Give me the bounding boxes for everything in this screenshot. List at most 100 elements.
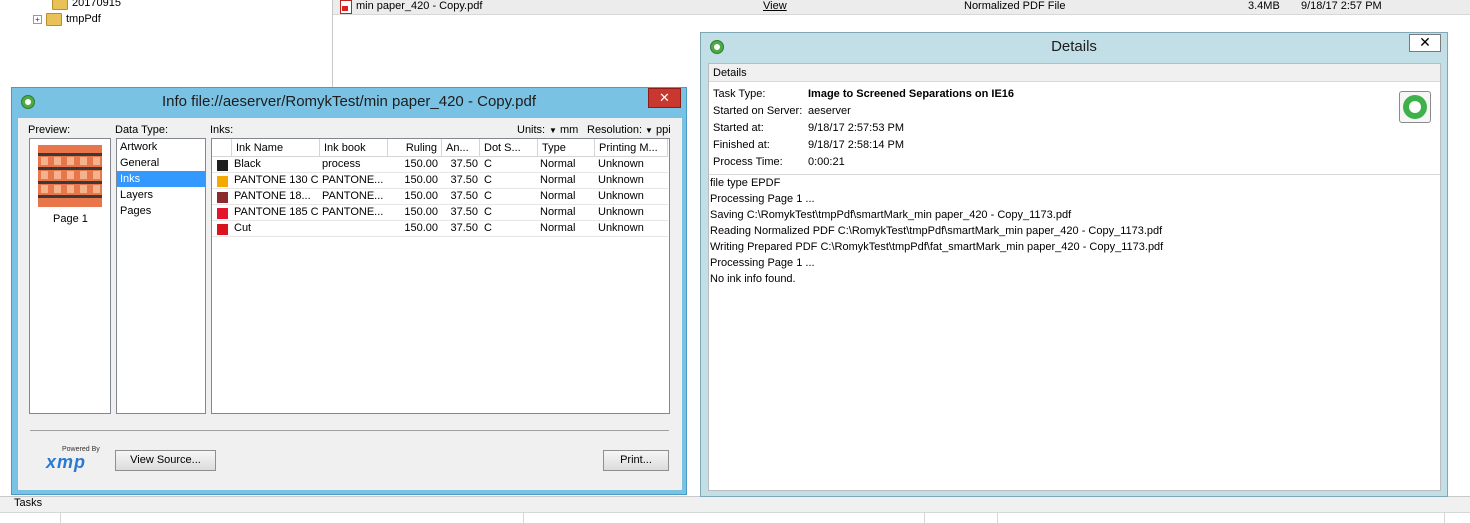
log-line: file type EPDF	[710, 177, 781, 189]
ink-row[interactable]: PANTONE 185 C PANTONE... 150.00 37.50 C Norma…	[212, 205, 668, 221]
ink-book-cell: PANTONE...	[322, 190, 384, 202]
tree-item-tmppdf[interactable]: + tmpPdf	[33, 11, 101, 27]
ink-color-swatch	[217, 160, 228, 171]
log-line: Reading Normalized PDF C:\RomykTest\tmpP…	[710, 225, 1163, 237]
inks-label: Inks:	[210, 124, 234, 136]
units-dropdown[interactable]: ▼ mm	[549, 124, 578, 137]
column-header-ink-book[interactable]: Ink book	[320, 139, 388, 157]
page-label: Page 1	[53, 213, 88, 225]
ruling-cell: 150.00	[404, 222, 438, 234]
ink-book-cell: PANTONE...	[322, 206, 384, 218]
ink-color-swatch	[217, 224, 228, 235]
dot-shape-cell: C	[484, 206, 492, 218]
log-line: Writing Prepared PDF C:\RomykTest\tmpPdf…	[710, 241, 1164, 253]
print-button[interactable]: Print...	[603, 450, 669, 471]
file-date: 9/18/17 2:57 PM	[1301, 0, 1382, 12]
view-link[interactable]: View	[763, 0, 787, 12]
dropdown-arrow-icon: ▼	[549, 126, 557, 135]
inks-table-header: Ink Name Ink book Ruling An... Dot S... …	[212, 139, 669, 157]
type-cell: Normal	[540, 222, 576, 234]
folder-icon	[52, 0, 68, 10]
printing-method-cell: Unknown	[598, 158, 644, 170]
file-type: Normalized PDF File	[964, 0, 1066, 12]
field-label-process-time: Process Time:	[713, 156, 783, 168]
view-source-button[interactable]: View Source...	[115, 450, 216, 471]
type-cell: Normal	[540, 206, 576, 218]
field-label-task-type: Task Type:	[713, 88, 766, 100]
angle-cell: 37.50	[450, 222, 478, 234]
field-label-finished-at: Finished at:	[713, 139, 770, 151]
log-divider	[709, 174, 1440, 175]
details-window-title: Details	[1051, 38, 1097, 55]
dot-shape-cell: C	[484, 222, 492, 234]
field-label-started-at: Started at:	[713, 122, 764, 134]
ruling-cell: 150.00	[404, 174, 438, 186]
column-header-ink-name[interactable]: Ink Name	[232, 139, 320, 157]
close-button[interactable]: ✕	[1409, 34, 1441, 52]
datatype-list: Artwork General Inks Layers Pages	[116, 138, 206, 414]
column-header-ruling[interactable]: Ruling	[388, 139, 442, 157]
ink-row[interactable]: PANTONE 18... PANTONE... 150.00 37.50 C Norma…	[212, 189, 668, 205]
ink-name-cell: PANTONE 130 C	[234, 174, 319, 186]
file-name: min paper_420 - Copy.pdf	[356, 0, 483, 12]
log-line: No ink info found.	[710, 273, 796, 285]
info-window-title: Info file://aeserver/RomykTest/min paper…	[161, 93, 537, 110]
printing-method-cell: Unknown	[598, 190, 644, 202]
type-cell: Normal	[540, 174, 576, 186]
log-line: Processing Page 1 ...	[710, 193, 815, 205]
log-line: Processing Page 1 ...	[710, 257, 815, 269]
expand-icon[interactable]: +	[33, 14, 42, 24]
datatype-artwork[interactable]: Artwork	[117, 139, 205, 155]
ink-name-cell: Cut	[234, 222, 252, 234]
ink-row[interactable]: Cut 150.00 37.50 C Normal Unknown	[212, 221, 668, 237]
tree-item-20170915[interactable]: 20170915	[52, 0, 121, 11]
ruling-cell: 150.00	[404, 158, 438, 170]
dot-shape-cell: C	[484, 158, 492, 170]
ink-book-cell: PANTONE...	[322, 174, 384, 186]
field-value-task-type: Image to Screened Separations on IE16	[808, 88, 1015, 100]
ruling-cell: 150.00	[404, 206, 438, 218]
resolution-label: Resolution:	[587, 124, 643, 136]
file-size: 3.4MB	[1248, 0, 1280, 12]
page-thumbnail[interactable]	[38, 145, 102, 207]
printing-method-cell: Unknown	[598, 174, 644, 186]
column-header-swatch[interactable]	[212, 139, 232, 157]
divider	[30, 430, 669, 431]
preview-label: Preview:	[28, 124, 71, 136]
ink-name-cell: Black	[234, 158, 261, 170]
angle-cell: 37.50	[450, 158, 478, 170]
close-button[interactable]: ✕	[648, 88, 681, 108]
datatype-general[interactable]: General	[117, 155, 205, 171]
folder-icon	[46, 12, 62, 26]
angle-cell: 37.50	[450, 206, 478, 218]
tasks-column-header	[0, 512, 1470, 523]
ink-color-swatch	[217, 208, 228, 219]
log-line: Saving C:\RomykTest\tmpPdf\smartMark_min…	[710, 209, 1072, 221]
ink-color-swatch	[217, 176, 228, 187]
ink-row[interactable]: Black process 150.00 37.50 C Normal Unknown	[212, 157, 668, 173]
ink-book-cell: process	[322, 158, 361, 170]
file-list-row[interactable]: min paper_420 - Copy.pdf View Normalized…	[333, 0, 1470, 15]
field-value-process-time: 0:00:21	[808, 156, 845, 168]
dot-shape-cell: C	[484, 190, 492, 202]
xmp-logo: xmp	[46, 452, 87, 472]
datatype-layers[interactable]: Layers	[117, 187, 205, 203]
ruling-cell: 150.00	[404, 190, 438, 202]
angle-cell: 37.50	[450, 190, 478, 202]
dot-shape-cell: C	[484, 174, 492, 186]
column-header-dot-shape[interactable]: Dot S...	[480, 139, 538, 157]
ink-color-swatch	[217, 192, 228, 203]
tasks-label: Tasks	[14, 497, 43, 509]
ink-row[interactable]: PANTONE 130 C PANTONE... 150.00 37.50 C Norma…	[212, 173, 668, 189]
column-header-printing-method[interactable]: Printing M...	[595, 139, 668, 157]
angle-cell: 37.50	[450, 174, 478, 186]
datatype-inks[interactable]: Inks	[117, 171, 205, 187]
units-label: Units:	[517, 124, 546, 136]
inks-table: Ink Name Ink book Ruling An... Dot S... …	[211, 138, 670, 414]
resolution-dropdown[interactable]: ▼ ppi	[645, 124, 671, 137]
field-value-started-on-server: aeserver	[808, 105, 851, 117]
column-header-type[interactable]: Type	[538, 139, 595, 157]
column-header-angle[interactable]: An...	[442, 139, 480, 157]
thumbnail-image	[38, 145, 102, 207]
datatype-pages[interactable]: Pages	[117, 203, 205, 219]
